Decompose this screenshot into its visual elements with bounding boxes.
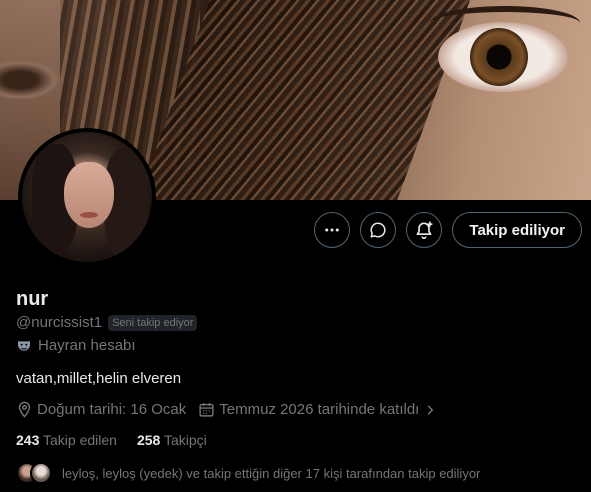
profile-category: Hayran hesabı — [16, 337, 136, 354]
chat-bubble-icon — [369, 221, 387, 239]
mask-icon — [16, 338, 32, 354]
bell-plus-icon — [414, 220, 434, 240]
chevron-right-icon — [423, 403, 437, 417]
category-label: Hayran hesabı — [38, 337, 136, 354]
follows-you-badge: Seni takip ediyor — [108, 314, 198, 331]
joined-item[interactable]: Temmuz 2026 tarihinde katıldı — [198, 401, 437, 418]
location-pin-icon — [16, 401, 33, 418]
following-button[interactable]: Takip ediliyor — [452, 212, 582, 248]
followers-link[interactable]: 258 Takipçi — [137, 432, 207, 448]
message-button[interactable] — [360, 212, 397, 248]
followed-by-text: leyloş, leyloş (yedek) ve takip ettiğin … — [62, 465, 481, 481]
joined-text: Temmuz 2026 tarihinde katıldı — [219, 401, 420, 418]
profile-avatar[interactable] — [18, 128, 156, 266]
following-label: Takip edilen — [43, 432, 117, 448]
following-link[interactable]: 243 Takip edilen — [16, 432, 117, 448]
calendar-icon — [198, 401, 215, 418]
follow-counts: 243 Takip edilen 258 Takipçi — [16, 432, 207, 448]
profile-meta: Doğum tarihi: 16 Ocak Temmuz 2026 tarihi… — [16, 401, 437, 418]
more-button[interactable] — [314, 212, 351, 248]
followers-label: Takipçi — [163, 432, 207, 448]
profile-bio: vatan,millet,helin elveren — [16, 370, 182, 387]
followers-count: 258 — [136, 432, 161, 448]
following-count: 243 — [16, 432, 40, 448]
birthday-item: Doğum tarihi: 16 Ocak — [16, 401, 186, 418]
profile-name: nur — [16, 288, 49, 310]
avatar — [30, 462, 52, 484]
birthday-text: Doğum tarihi: 16 Ocak — [37, 401, 187, 418]
notifications-button[interactable] — [406, 212, 443, 248]
handle-row: @nurcissist1 Seni takip ediyor — [16, 314, 198, 331]
profile-handle: @nurcissist1 — [16, 314, 103, 331]
followers-you-know[interactable]: leyloş, leyloş (yedek) ve takip ettiğin … — [16, 462, 480, 484]
mutual-avatars — [16, 462, 52, 484]
profile-actions: Takip ediliyor — [314, 212, 582, 248]
more-dots-icon — [323, 221, 341, 239]
